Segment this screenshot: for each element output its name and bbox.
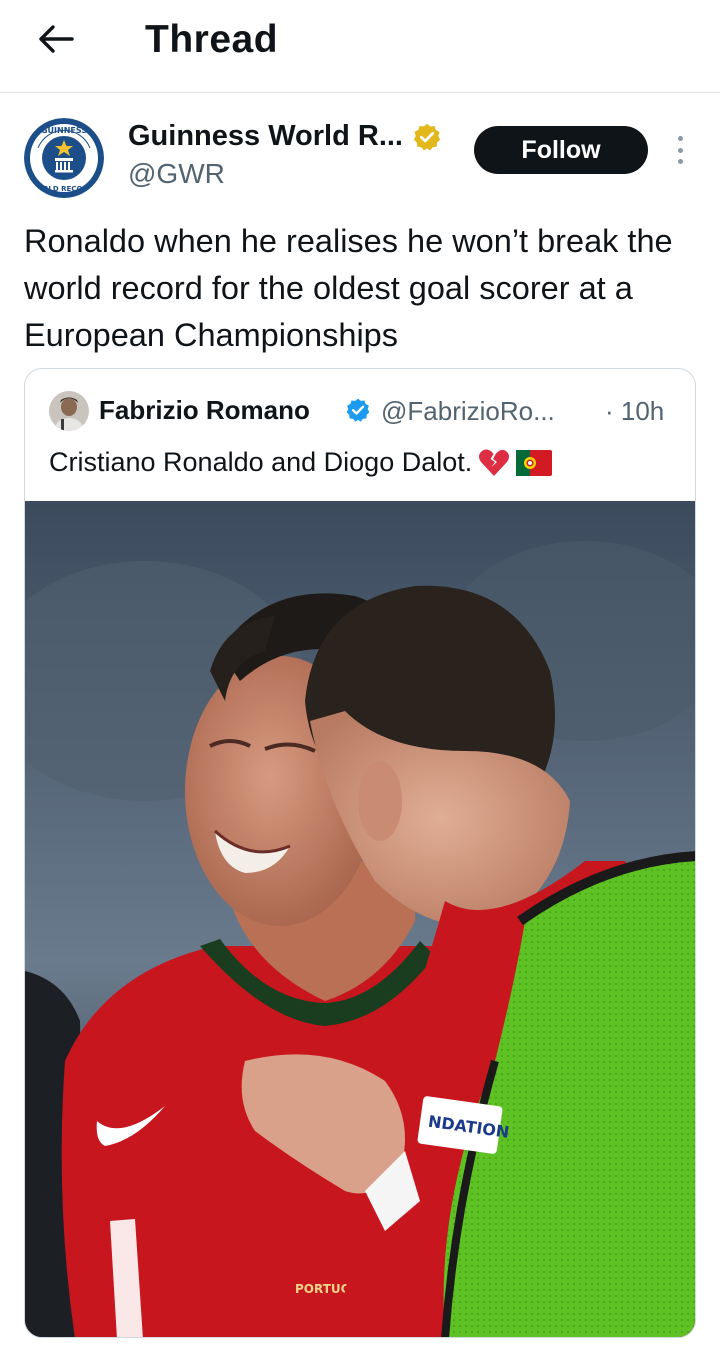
arrow-left-icon: [39, 25, 74, 53]
quoted-avatar[interactable]: [49, 391, 89, 431]
blue-verified-icon: [346, 398, 370, 422]
fabrizio-avatar-image: [49, 391, 89, 431]
quoted-tweet-card[interactable]: Fabrizio Romano @FabrizioRo... · 10h Cri…: [24, 368, 696, 1338]
svg-text:WORLD RECORDS: WORLD RECORDS: [29, 185, 98, 193]
avatar[interactable]: GUINNESS WORLD RECORDS: [24, 118, 104, 198]
quoted-author-handle: @FabrizioRo...: [381, 396, 555, 426]
quoted-author-name: Fabrizio Romano: [99, 395, 310, 425]
page-title: Thread: [145, 18, 279, 61]
back-button[interactable]: [30, 16, 82, 62]
broken-heart-icon: [479, 449, 510, 476]
tweet-text: Ronaldo when he realises he won’t break …: [24, 223, 673, 353]
portugal-flag-icon: [516, 449, 553, 476]
quoted-text: Cristiano Ronaldo and Diogo Dalot.: [49, 447, 473, 477]
follow-button[interactable]: Follow: [474, 126, 648, 174]
more-options-button[interactable]: [666, 132, 694, 168]
tweet-photo[interactable]: PORTUGAL NDATION: [25, 501, 696, 1338]
quoted-text-line: Cristiano Ronaldo and Diogo Dalot.: [49, 447, 553, 478]
author-handle[interactable]: @GWR: [128, 158, 225, 190]
more-vertical-icon: [677, 136, 683, 141]
gold-verified-icon: [413, 123, 441, 151]
author-name[interactable]: Guinness World R...: [128, 120, 403, 153]
quoted-timestamp: · 10h: [605, 396, 665, 426]
guinness-logo: GUINNESS WORLD RECORDS: [24, 118, 104, 198]
svg-text:GUINNESS: GUINNESS: [41, 126, 87, 135]
top-bar: Thread: [0, 0, 720, 93]
